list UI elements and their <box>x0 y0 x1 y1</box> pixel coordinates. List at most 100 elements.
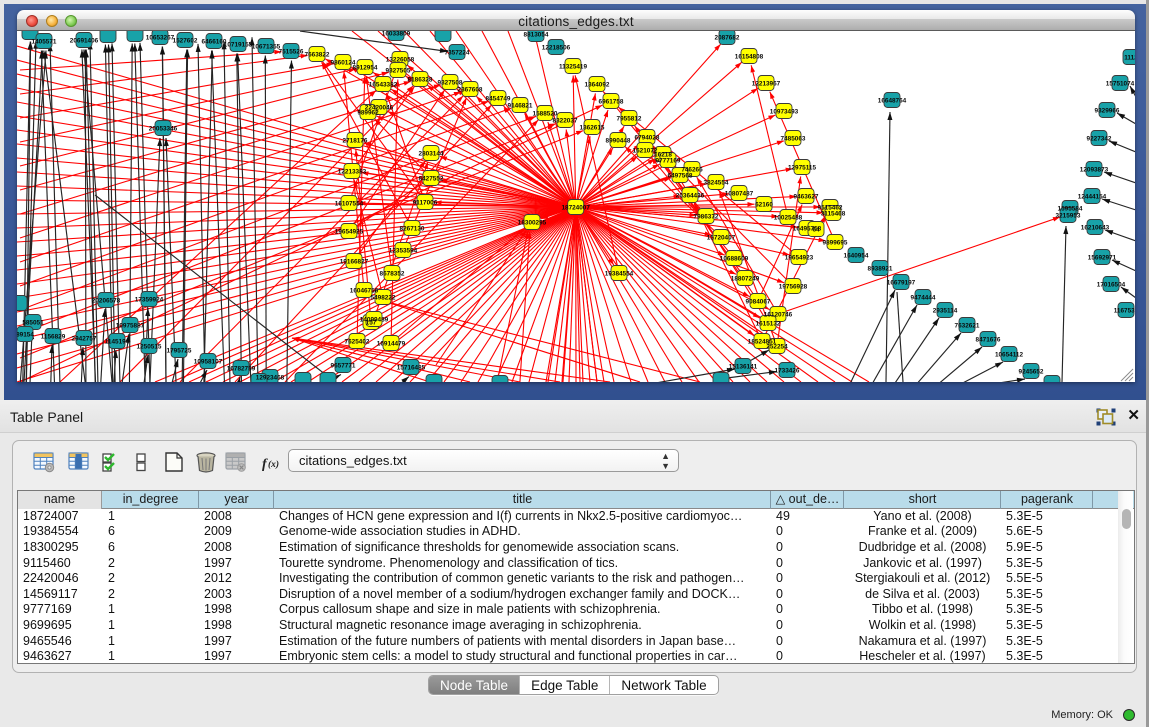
svg-text:7663822: 7663822 <box>305 51 330 58</box>
svg-text:9327508: 9327508 <box>438 79 463 86</box>
svg-text:19756928: 19756928 <box>779 283 808 290</box>
svg-text:16782759: 16782759 <box>227 365 256 372</box>
svg-text:(x): (x) <box>268 459 279 470</box>
svg-text:2803144: 2803144 <box>419 150 444 157</box>
svg-text:6497568: 6497568 <box>668 172 693 179</box>
svg-text:19654923: 19654923 <box>785 254 814 261</box>
svg-text:3215953: 3215953 <box>1056 212 1081 219</box>
svg-text:20206578: 20206578 <box>92 297 121 304</box>
svg-text:1527602: 1527602 <box>173 37 198 44</box>
svg-text:8454749: 8454749 <box>486 95 511 102</box>
svg-text:2367608: 2367608 <box>458 86 483 93</box>
svg-text:7485063: 7485063 <box>781 135 806 142</box>
svg-text:9327505: 9327505 <box>386 67 411 74</box>
svg-text:10688609: 10688609 <box>720 255 749 262</box>
svg-text:12975115: 12975115 <box>788 164 817 171</box>
svg-text:10653267: 10653267 <box>146 34 175 41</box>
svg-text:10654112: 10654112 <box>995 351 1024 358</box>
svg-text:1795725: 1795725 <box>167 347 192 354</box>
svg-text:12444154: 12444154 <box>1078 193 1107 200</box>
svg-text:7986372: 7986372 <box>694 213 719 220</box>
svg-text:8186328: 8186328 <box>408 76 433 83</box>
svg-text:7625402: 7625402 <box>345 338 370 345</box>
svg-text:1733426: 1733426 <box>775 367 800 374</box>
svg-text:1362615: 1362615 <box>580 124 605 131</box>
svg-text:64: 64 <box>812 226 820 233</box>
svg-text:7515526: 7515526 <box>279 48 304 55</box>
svg-text:16914479: 16914479 <box>377 340 406 347</box>
svg-text:2087682: 2087682 <box>715 34 740 41</box>
svg-text:8471676: 8471676 <box>976 336 1001 343</box>
svg-text:16046756: 16046756 <box>350 287 379 294</box>
svg-text:1167533: 1167533 <box>1114 307 1135 314</box>
svg-text:18300295: 18300295 <box>518 219 547 226</box>
svg-text:8322037: 8322037 <box>553 117 578 124</box>
svg-text:19384554: 19384554 <box>605 270 634 277</box>
svg-text:9657771: 9657771 <box>331 362 356 369</box>
svg-text:8678352: 8678352 <box>380 270 405 277</box>
svg-text:585051: 585051 <box>22 319 44 326</box>
svg-text:9245652: 9245652 <box>1019 368 1044 375</box>
svg-text:1145194: 1145194 <box>105 338 130 345</box>
svg-text:17359924: 17359924 <box>135 296 164 303</box>
svg-text:19166827: 19166827 <box>340 258 369 265</box>
svg-text:16648764: 16648764 <box>878 97 907 104</box>
svg-text:6794028: 6794028 <box>635 134 660 141</box>
svg-text:3115468: 3115468 <box>821 210 846 217</box>
svg-text:16107554: 16107554 <box>335 200 364 207</box>
svg-text:16120746: 16120746 <box>764 311 793 318</box>
svg-text:9474444: 9474444 <box>911 294 936 301</box>
svg-text:15751074: 15751074 <box>1106 80 1135 87</box>
svg-text:1364092: 1364092 <box>585 81 610 88</box>
svg-text:13226058: 13226058 <box>386 56 415 63</box>
svg-text:7955812: 7955812 <box>617 115 642 122</box>
svg-text:18724007: 18724007 <box>561 204 590 211</box>
svg-text:18807249: 18807249 <box>731 275 760 282</box>
svg-text:1615132: 1615132 <box>756 320 781 327</box>
svg-text:2718176: 2718176 <box>343 137 368 144</box>
svg-text:989962: 989962 <box>357 109 379 116</box>
svg-text:252254: 252254 <box>766 343 788 350</box>
svg-text:8267130: 8267130 <box>400 225 425 232</box>
svg-text:1595584: 1595584 <box>1058 205 1083 212</box>
svg-text:8990448: 8990448 <box>606 137 631 144</box>
svg-text:8938921: 8938921 <box>868 265 893 272</box>
svg-text:10719155: 10719155 <box>224 41 253 48</box>
svg-text:10958107: 10958107 <box>194 358 223 365</box>
svg-text:12213967: 12213967 <box>752 80 781 87</box>
svg-text:15136141: 15136141 <box>729 363 758 370</box>
svg-text:1156829: 1156829 <box>41 333 66 340</box>
svg-text:1588520: 1588520 <box>533 110 558 117</box>
svg-text:9227342: 9227342 <box>1087 135 1112 142</box>
svg-text:1640954: 1640954 <box>844 252 869 259</box>
svg-text:10025488: 10025488 <box>774 214 803 221</box>
svg-text:7632621: 7632621 <box>955 322 980 329</box>
svg-text:5498222: 5498222 <box>371 294 396 301</box>
svg-text:6961758: 6961758 <box>599 98 624 105</box>
svg-text:9329966: 9329966 <box>1095 107 1120 114</box>
svg-text:16679197: 16679197 <box>887 279 916 286</box>
svg-text:3824554: 3824554 <box>704 179 729 186</box>
svg-text:8427552: 8427552 <box>419 175 444 182</box>
svg-text:14099489: 14099489 <box>360 316 389 323</box>
svg-text:9146821: 9146821 <box>508 102 533 109</box>
svg-text:7357224: 7357224 <box>445 49 470 56</box>
svg-text:12353594: 12353594 <box>389 247 418 254</box>
svg-text:15720407: 15720407 <box>707 234 736 241</box>
svg-text:1405571: 1405571 <box>32 38 57 45</box>
svg-text:9084067: 9084067 <box>746 298 771 305</box>
svg-text:8813054: 8813054 <box>524 31 549 38</box>
svg-text:20053346: 20053346 <box>149 125 178 132</box>
svg-text:8912954: 8912954 <box>353 64 378 71</box>
svg-text:12093873: 12093873 <box>1080 166 1109 173</box>
svg-text:15692971: 15692971 <box>1088 254 1117 261</box>
svg-text:16543382: 16543382 <box>369 81 398 88</box>
svg-text:9777169: 9777169 <box>656 157 681 164</box>
svg-text:12218506: 12218506 <box>542 44 571 51</box>
svg-text:2942757: 2942757 <box>72 335 97 342</box>
svg-text:10975887: 10975887 <box>116 322 145 329</box>
svg-text:1112: 1112 <box>1124 54 1135 61</box>
svg-text:16033809: 16033809 <box>382 31 411 37</box>
svg-text:9463627: 9463627 <box>794 193 819 200</box>
svg-text:20364436: 20364436 <box>676 192 705 199</box>
